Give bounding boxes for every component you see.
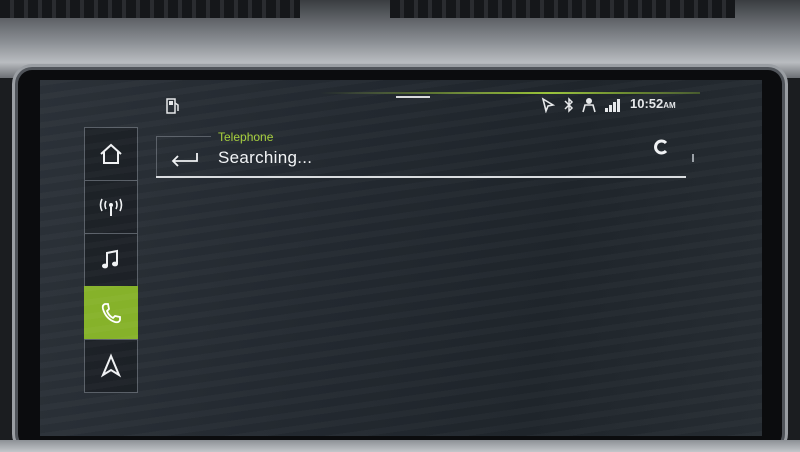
- dashboard-trim-top: [0, 0, 800, 78]
- scroll-indicator: [692, 154, 694, 162]
- air-vent-right: [390, 0, 735, 18]
- nav-item-phone[interactable]: [84, 286, 138, 339]
- air-vent-left: [0, 0, 300, 18]
- back-button[interactable]: [156, 136, 211, 178]
- person-icon: [582, 98, 596, 113]
- location-icon: [541, 97, 556, 113]
- screen-glare: [40, 80, 762, 436]
- radio-antenna-icon: [99, 198, 123, 216]
- navigation-arrow-icon: [100, 353, 122, 378]
- back-arrow-icon: [171, 153, 198, 167]
- dashboard-trim-bottom: [0, 440, 800, 452]
- pull-down-handle[interactable]: [396, 96, 430, 98]
- app-title: Telephone: [218, 130, 274, 144]
- infotainment-screen: 10:52AM Telephone Searching...: [40, 80, 762, 436]
- clock: 10:52AM: [630, 96, 676, 111]
- music-note-icon: [102, 249, 118, 269]
- nav-item-home[interactable]: [84, 127, 138, 180]
- home-icon: [100, 143, 122, 164]
- main-nav: [84, 127, 138, 393]
- search-status-text: Searching...: [218, 148, 313, 167]
- bluetooth-icon: [564, 97, 574, 113]
- nav-item-radio[interactable]: [84, 180, 138, 233]
- fuel-icon: [166, 98, 179, 114]
- phone-icon: [101, 303, 121, 324]
- nav-item-navigation[interactable]: [84, 339, 138, 393]
- header-divider: [156, 176, 686, 178]
- loading-spinner-icon: [654, 139, 668, 155]
- signal-icon: [605, 99, 620, 112]
- status-bar: 10:52AM: [40, 80, 762, 118]
- nav-item-media[interactable]: [84, 233, 138, 286]
